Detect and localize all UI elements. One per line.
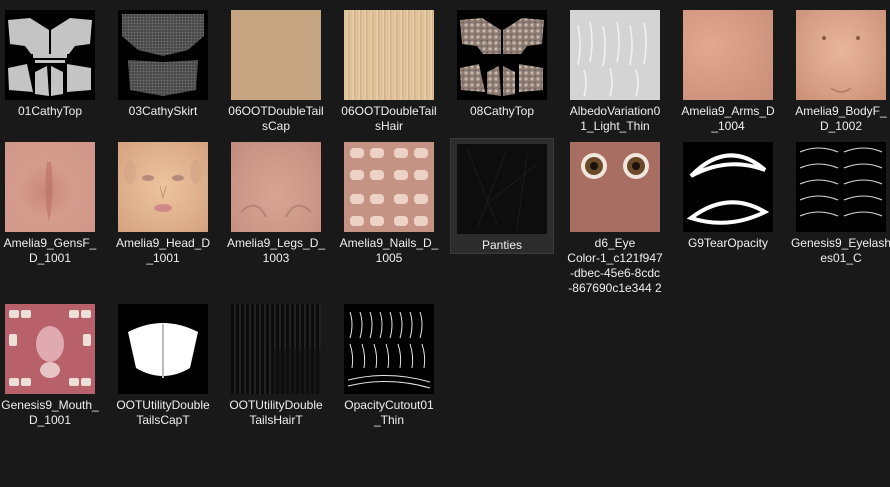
- file-item[interactable]: Genesis9_Eyelash es01_C: [786, 139, 890, 266]
- face-skin-texture-thumbnail: [118, 142, 208, 232]
- file-name: 06OOTDoubleTail sCap: [228, 104, 324, 133]
- file-name: 08CathyTop: [469, 104, 535, 118]
- arms-skin-texture-thumbnail: [683, 10, 773, 100]
- file-name: Amelia9_Nails_D_ 1005: [339, 236, 439, 265]
- file-item[interactable]: OOTUtilityDouble TailsHairT: [221, 301, 331, 428]
- file-name: Panties: [481, 238, 523, 252]
- hair-opacity-mask-thumbnail: [231, 304, 321, 394]
- file-name: Genesis9_Eyelash es01_C: [790, 236, 890, 265]
- file-name: Amelia9_BodyF_ D_1002: [795, 104, 887, 133]
- file-name: G9TearOpacity: [687, 236, 769, 250]
- file-item[interactable]: AlbedoVariation0 1_Light_Thin: [560, 7, 670, 134]
- file-item[interactable]: 06OOTDoubleTail sHair: [334, 7, 444, 134]
- opacity-cutout-strands-thumbnail: [344, 304, 434, 394]
- cathy-skirt-uv-map-thumbnail: [118, 10, 208, 100]
- file-item[interactable]: 03CathySkirt: [108, 7, 218, 119]
- gens-skin-texture-thumbnail: [5, 142, 95, 232]
- file-item[interactable]: Amelia9_Nails_D_ 1005: [334, 139, 444, 266]
- file-name: AlbedoVariation0 1_Light_Thin: [569, 104, 661, 133]
- dark-fabric-texture-thumbnail: [457, 144, 547, 234]
- file-name: Amelia9_Arms_D _1004: [681, 104, 775, 133]
- file-item[interactable]: 01CathyTop: [0, 7, 105, 119]
- file-name: 01CathyTop: [17, 104, 83, 118]
- file-name: OOTUtilityDouble TailsHairT: [229, 398, 323, 427]
- legs-skin-texture-thumbnail: [231, 142, 321, 232]
- file-item[interactable]: Amelia9_Head_D _1001: [108, 139, 218, 266]
- cap-opacity-mask-thumbnail: [118, 304, 208, 394]
- mouth-texture-thumbnail: [5, 304, 95, 394]
- file-name: 06OOTDoubleTail sHair: [341, 104, 437, 133]
- file-item[interactable]: Amelia9_BodyF_ D_1002: [786, 7, 890, 134]
- file-item[interactable]: Amelia9_GensF_ D_1001: [0, 139, 105, 266]
- cathy-top-uv-map-thumbnail: [5, 10, 95, 100]
- file-item[interactable]: Amelia9_Arms_D _1004: [673, 7, 783, 134]
- file-item[interactable]: 08CathyTop: [447, 7, 557, 119]
- nails-texture-thumbnail: [344, 142, 434, 232]
- file-name: Amelia9_GensF_ D_1001: [3, 236, 97, 265]
- hair-streak-texture-thumbnail: [344, 10, 434, 100]
- skin-solid-texture-thumbnail: [231, 10, 321, 100]
- file-name: OOTUtilityDouble TailsCapT: [116, 398, 210, 427]
- body-skin-texture-thumbnail: [796, 10, 886, 100]
- albedo-variation-texture-thumbnail: [570, 10, 660, 100]
- file-item[interactable]: G9TearOpacity: [673, 139, 783, 251]
- file-name: OpacityCutout01 _Thin: [344, 398, 434, 427]
- file-name: d6_Eye Color-1_c121f947 -dbec-45e6-8cdc …: [567, 236, 663, 295]
- file-grid: 01CathyTop 03CathySkirt 06OOTDoubleTail …: [0, 0, 890, 487]
- file-item[interactable]: Panties: [450, 138, 554, 254]
- eyelashes-texture-thumbnail: [796, 142, 886, 232]
- file-item[interactable]: Genesis9_Mouth_ D_1001: [0, 301, 105, 428]
- file-name: Amelia9_Head_D _1001: [115, 236, 211, 265]
- file-item[interactable]: OpacityCutout01 _Thin: [334, 301, 444, 428]
- cathy-top-pattern-uv-map-thumbnail: [457, 10, 547, 100]
- file-name: Amelia9_Legs_D_ 1003: [226, 236, 326, 265]
- file-item[interactable]: d6_Eye Color-1_c121f947 -dbec-45e6-8cdc …: [560, 139, 670, 296]
- file-item[interactable]: Amelia9_Legs_D_ 1003: [221, 139, 331, 266]
- tear-opacity-mask-thumbnail: [683, 142, 773, 232]
- file-name: Genesis9_Mouth_ D_1001: [1, 398, 99, 427]
- file-name: 03CathySkirt: [128, 104, 198, 118]
- eye-color-texture-thumbnail: [570, 142, 660, 232]
- file-item[interactable]: 06OOTDoubleTail sCap: [221, 7, 331, 134]
- file-item[interactable]: OOTUtilityDouble TailsCapT: [108, 301, 218, 428]
